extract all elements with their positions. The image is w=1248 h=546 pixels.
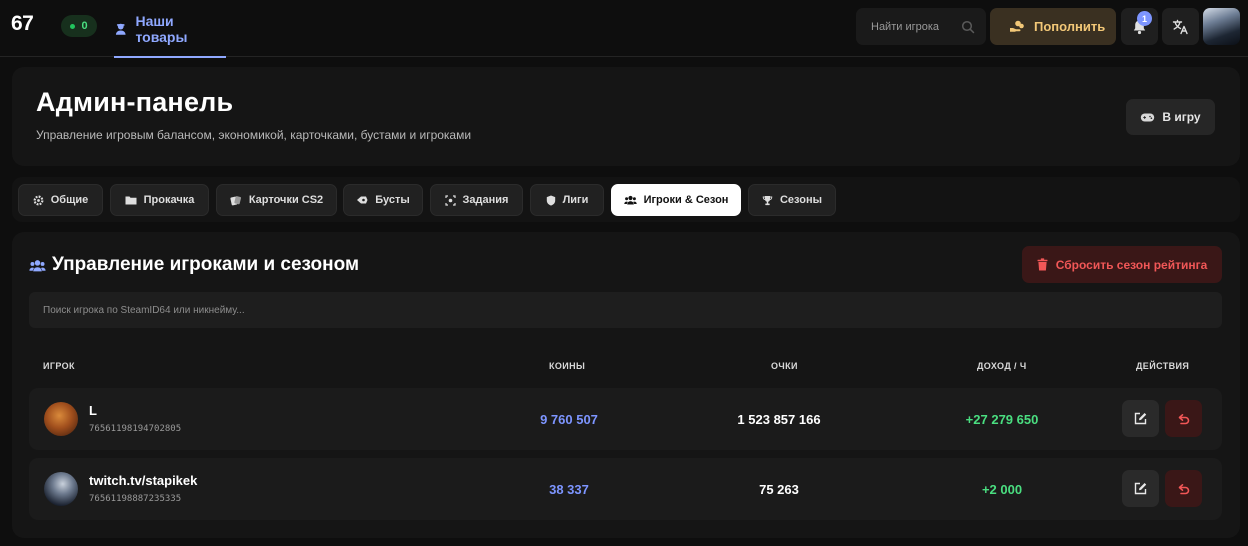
gear-icon — [33, 195, 44, 205]
tab-label: Лиги — [562, 194, 589, 206]
tab-cs2-cards[interactable]: Карточки CS2 — [216, 184, 337, 216]
translate-icon — [1172, 19, 1188, 34]
trash-icon — [1037, 258, 1048, 271]
column-header-points: ОЧКИ — [771, 361, 798, 371]
tab-label: Общие — [50, 194, 89, 206]
tab-label: Прокачка — [143, 194, 195, 206]
admin-header: Админ-панель Управление игровым балансом… — [12, 67, 1240, 166]
player-income: +27 279 650 — [965, 411, 1039, 427]
shield-icon — [546, 195, 555, 205]
tab-label: Бусты — [375, 194, 410, 206]
tab-boosts[interactable]: Бусты — [343, 184, 423, 216]
reset-player-button[interactable] — [1165, 400, 1202, 437]
tab-label: Сезоны — [779, 194, 822, 206]
section-title: Управление игроками и сезоном — [29, 254, 359, 276]
logo[interactable]: 67 — [11, 12, 34, 36]
tab-upgrade[interactable]: Прокачка — [110, 184, 209, 216]
reset-season-button[interactable]: Сбросить сезон рейтинга — [1022, 246, 1222, 283]
language-button[interactable] — [1162, 8, 1199, 45]
agent-icon — [115, 23, 126, 35]
player-filter-input[interactable] — [43, 304, 1222, 316]
player-income: +2 000 — [981, 481, 1023, 497]
column-header-actions: ДЕЙСТВИЯ — [1136, 361, 1190, 371]
online-count: 0 — [81, 20, 88, 32]
nav-tab-label: Наши товары — [135, 12, 188, 45]
player-points: 1 523 857 166 — [737, 411, 821, 427]
page-subtitle: Управление игровым балансом, экономикой,… — [36, 128, 472, 142]
user-avatar[interactable] — [1203, 8, 1240, 45]
player-coins: 38 337 — [549, 481, 589, 497]
table-row: L 76561198194702805 9 760 507 1 523 857 … — [29, 388, 1222, 450]
notification-badge: 1 — [1137, 11, 1152, 26]
admin-tabs: Общие Прокачка Карточки CS2 Бусты Задани… — [12, 177, 1240, 222]
tab-general[interactable]: Общие — [18, 184, 103, 216]
player-points: 75 263 — [759, 481, 799, 497]
table-row: twitch.tv/stapikek 76561198887235335 38 … — [29, 458, 1222, 520]
coins-hand-icon — [1010, 20, 1024, 32]
player-avatar — [44, 472, 78, 506]
edit-icon — [1134, 412, 1147, 425]
tab-seasons[interactable]: Сезоны — [748, 184, 836, 216]
play-button[interactable]: В игру — [1126, 99, 1215, 135]
player-steam-id: 76561198194702805 — [89, 424, 182, 434]
player-coins: 9 760 507 — [540, 411, 598, 427]
online-counter: 0 — [61, 15, 97, 37]
topup-label: Пополнить — [1034, 19, 1106, 34]
player-steam-id: 76561198887235335 — [89, 494, 182, 504]
column-header-coins: КОИНЫ — [549, 361, 586, 371]
users-icon — [623, 195, 637, 205]
players-season-panel: Управление игроками и сезоном Сбросить с… — [12, 232, 1240, 538]
tab-tasks[interactable]: Задания — [430, 184, 523, 216]
reset-player-button[interactable] — [1165, 470, 1202, 507]
users-icon — [29, 259, 46, 271]
tab-label: Игроки & Сезон — [643, 194, 729, 206]
column-header-income: ДОХОД / Ч — [977, 361, 1027, 371]
player-name: twitch.tv/stapikek — [89, 473, 198, 488]
online-dot-icon — [70, 23, 76, 29]
edit-player-button[interactable] — [1122, 470, 1159, 507]
edit-player-button[interactable] — [1122, 400, 1159, 437]
player-filter[interactable] — [29, 292, 1222, 328]
topup-button[interactable]: Пополнить — [990, 8, 1116, 45]
undo-icon — [1178, 413, 1190, 424]
page-title: Админ-панель — [36, 87, 234, 117]
column-header-player: ИГРОК — [43, 361, 75, 371]
player-search[interactable] — [856, 8, 986, 45]
tab-leagues[interactable]: Лиги — [530, 184, 604, 216]
tab-label: Карточки CS2 — [248, 194, 324, 206]
notifications-button[interactable]: 1 — [1121, 8, 1158, 45]
rocket-icon — [357, 196, 368, 204]
cards-icon — [230, 195, 241, 205]
tab-players-season[interactable]: Игроки & Сезон — [611, 184, 741, 216]
player-avatar — [44, 402, 78, 436]
search-icon — [961, 20, 975, 33]
player-search-input[interactable] — [871, 20, 957, 33]
tasks-icon — [444, 194, 456, 206]
play-button-label: В игру — [1162, 110, 1201, 124]
section-title-text: Управление игроками и сезоном — [52, 254, 360, 275]
player-name: L — [89, 403, 97, 418]
undo-icon — [1178, 483, 1190, 494]
reset-season-label: Сбросить сезон рейтинга — [1055, 257, 1208, 272]
folder-icon — [125, 196, 137, 205]
gamepad-icon — [1141, 113, 1155, 121]
nav-tab-products[interactable]: Наши товары — [114, 0, 226, 58]
tab-label: Задания — [462, 194, 509, 206]
edit-icon — [1134, 482, 1147, 495]
trophy-icon — [762, 195, 773, 205]
top-bar: 67 0 Наши товары Пополнить 1 — [0, 0, 1248, 58]
